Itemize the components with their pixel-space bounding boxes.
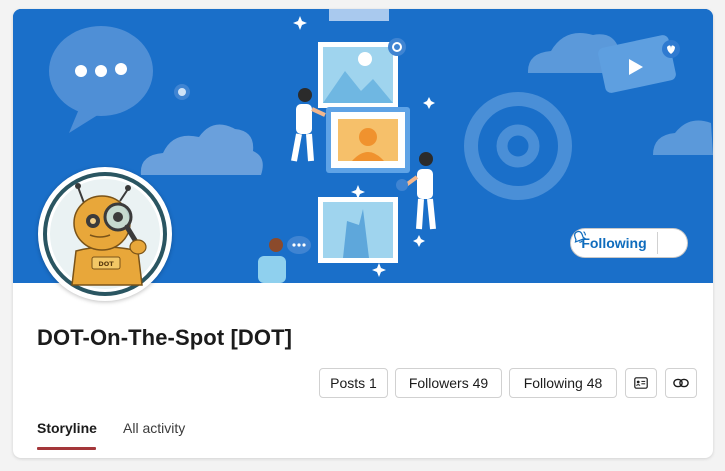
profile-avatar: DOT: [38, 167, 172, 301]
following-toggle[interactable]: Following: [570, 228, 688, 258]
posts-button[interactable]: Posts 1: [319, 368, 388, 398]
active-tab-indicator: [37, 447, 96, 450]
link-icon: [673, 378, 689, 388]
contact-card-icon: [634, 377, 648, 389]
notification-settings-button[interactable]: [574, 229, 687, 257]
followers-button[interactable]: Followers 49: [395, 368, 502, 398]
following-count-button[interactable]: Following 48: [509, 368, 617, 398]
avatar-badge-text: DOT: [98, 260, 114, 268]
profile-card: Following DOT DOT-On-The-Spot [DOT] Post…: [13, 9, 713, 458]
robot-mascot-image: DOT: [43, 172, 167, 296]
bell-ringing-icon: [574, 230, 587, 243]
tab-all-activity[interactable]: All activity: [123, 420, 185, 450]
contact-card-button[interactable]: [625, 368, 657, 398]
tab-storyline[interactable]: Storyline: [37, 420, 97, 450]
link-button[interactable]: [665, 368, 697, 398]
profile-name: DOT-On-The-Spot [DOT]: [37, 325, 293, 350]
